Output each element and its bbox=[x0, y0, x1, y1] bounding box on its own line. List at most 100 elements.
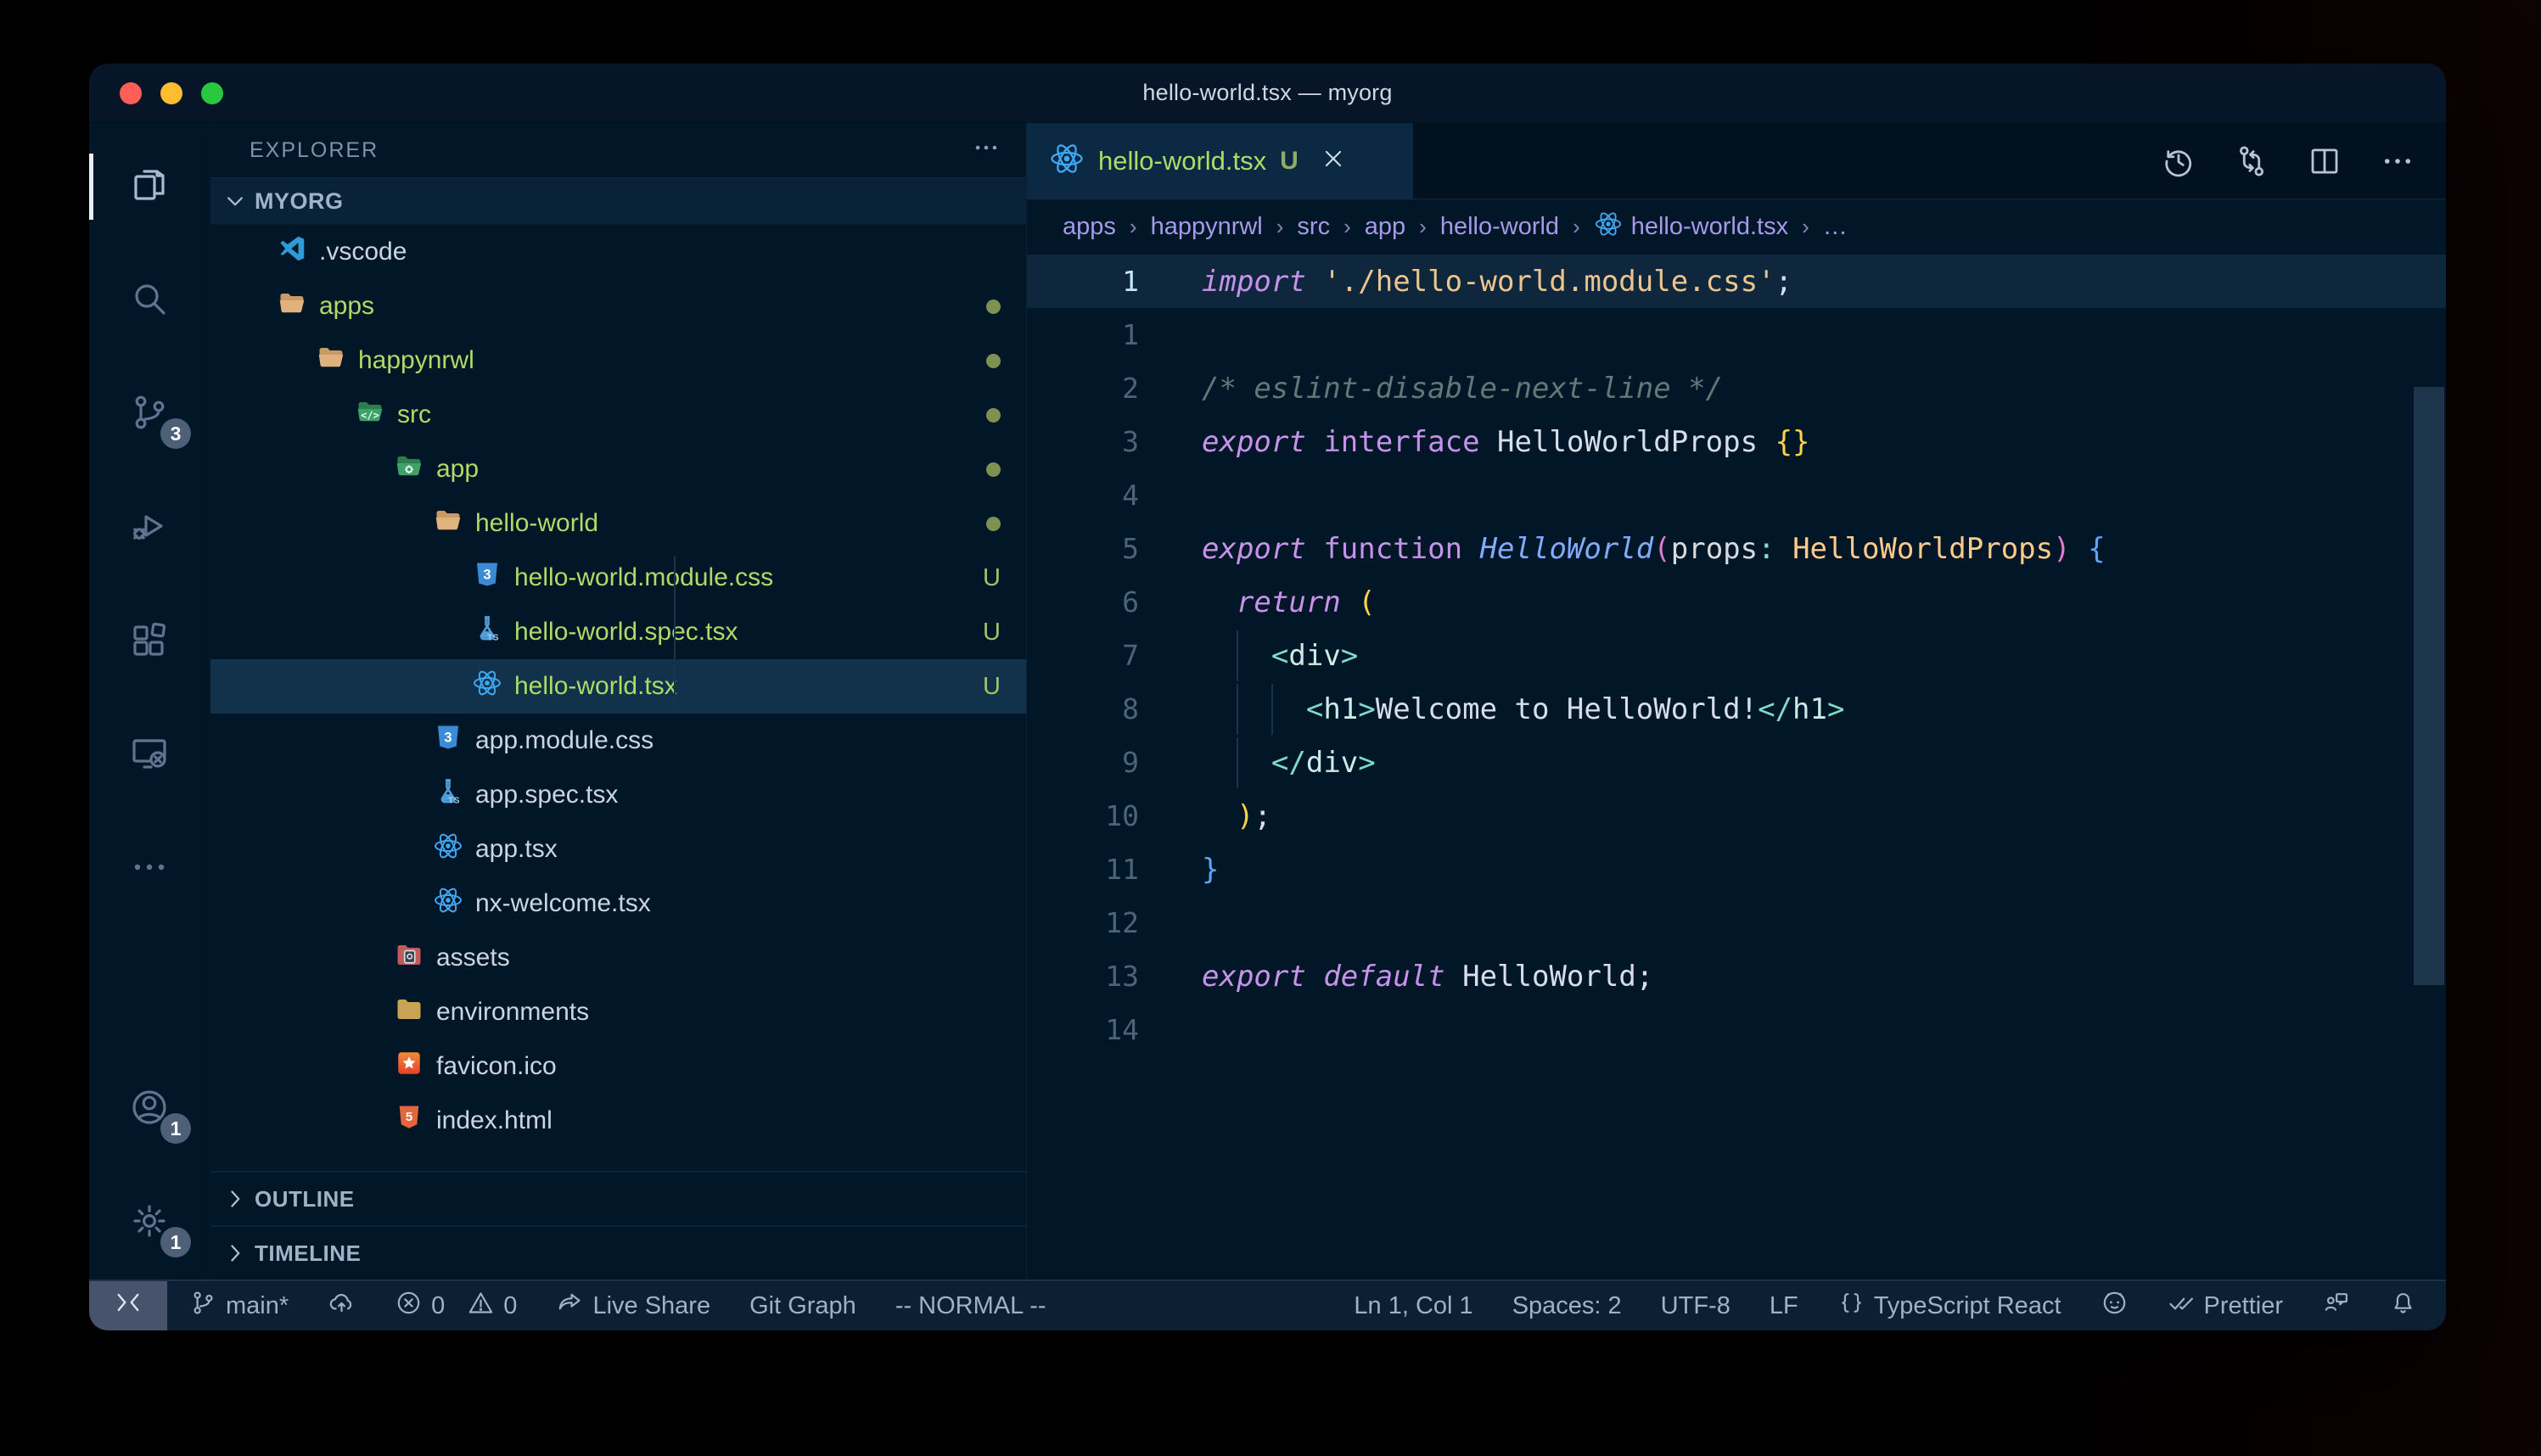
activity-item-settings[interactable]: 1 bbox=[89, 1166, 210, 1280]
breadcrumb-item-src[interactable]: src› bbox=[1297, 213, 1364, 241]
tree-item-app-module-css[interactable]: 3app.module.css bbox=[210, 714, 1026, 768]
code-line[interactable]: 4 bbox=[1027, 468, 2446, 522]
tree-item-index-html[interactable]: 5index.html bbox=[210, 1094, 1026, 1148]
status-indentation[interactable]: Spaces: 2 bbox=[1512, 1292, 1622, 1320]
tree-item-hello-world[interactable]: hello-world bbox=[210, 496, 1026, 551]
status-live-share[interactable]: Live Share bbox=[556, 1289, 710, 1324]
tree-item-label: app.module.css bbox=[475, 726, 653, 755]
close-icon bbox=[1321, 160, 1346, 175]
breadcrumb-item-app[interactable]: app› bbox=[1365, 213, 1440, 241]
code-line[interactable]: 7 <div> bbox=[1027, 629, 2446, 682]
tree-item-app-tsx[interactable]: app.tsx bbox=[210, 822, 1026, 876]
status-label: Spaces: 2 bbox=[1512, 1292, 1622, 1320]
tree-item-hello-world-module-css[interactable]: 3hello-world.module.cssU bbox=[210, 551, 1026, 605]
breadcrumb-item-hello-world-tsx[interactable]: hello-world.tsx› bbox=[1594, 210, 1823, 245]
tree-item-src[interactable]: </>src bbox=[210, 388, 1026, 442]
code-line[interactable]: 11} bbox=[1027, 843, 2446, 896]
tree-item-app-spec-tsx[interactable]: TSapp.spec.tsx bbox=[210, 768, 1026, 822]
tree-item-happynrwl[interactable]: happynrwl bbox=[210, 333, 1026, 388]
more-actions-icon[interactable] bbox=[2380, 143, 2415, 179]
code-line[interactable]: 14 bbox=[1027, 1003, 2446, 1056]
tree-item-assets[interactable]: assets bbox=[210, 931, 1026, 985]
tree-item-label: app bbox=[436, 455, 479, 484]
tree-item-label: hello-world.spec.tsx bbox=[514, 618, 738, 647]
code-text: export interface HelloWorldProps {} bbox=[1154, 425, 1810, 459]
workspace-section-header[interactable]: MYORG bbox=[210, 177, 1026, 225]
code-line[interactable]: 5export function HelloWorld(props: Hello… bbox=[1027, 522, 2446, 575]
activity-item-accounts[interactable]: 1 bbox=[89, 1052, 210, 1166]
debug-icon bbox=[129, 506, 170, 551]
code-editor[interactable]: 1import './hello-world.module.css';12/* … bbox=[1027, 255, 2446, 1280]
remote-indicator[interactable] bbox=[89, 1281, 167, 1330]
tree-item-favicon-ico[interactable]: favicon.ico bbox=[210, 1039, 1026, 1094]
breadcrumb-item--[interactable]: … bbox=[1823, 213, 1848, 241]
code-line[interactable]: 12 bbox=[1027, 896, 2446, 949]
tree-item-environments[interactable]: environments bbox=[210, 985, 1026, 1039]
status-sync[interactable] bbox=[328, 1289, 356, 1324]
activity-item-run-debug[interactable] bbox=[89, 471, 210, 585]
window-title: hello-world.tsx — myorg bbox=[1142, 80, 1392, 106]
maximize-window-button[interactable] bbox=[201, 82, 223, 104]
code-line[interactable]: 13export default HelloWorld; bbox=[1027, 949, 2446, 1003]
code-line[interactable]: 1 bbox=[1027, 308, 2446, 361]
minimize-window-button[interactable] bbox=[160, 82, 182, 104]
status-notifications[interactable] bbox=[2389, 1289, 2417, 1324]
status-label: LF bbox=[1770, 1292, 1798, 1320]
status-problems[interactable]: 00 bbox=[395, 1289, 517, 1324]
breadcrumb-item-happynrwl[interactable]: happynrwl› bbox=[1151, 213, 1298, 241]
tree-item-nx-welcome-tsx[interactable]: nx-welcome.tsx bbox=[210, 876, 1026, 931]
status-prettier[interactable]: Prettier bbox=[2168, 1289, 2283, 1324]
tab-hello-world-tsx[interactable]: hello-world.tsx U bbox=[1027, 123, 1414, 199]
git-untracked-badge: U bbox=[983, 564, 1001, 592]
code-line[interactable]: 6 return ( bbox=[1027, 575, 2446, 629]
code-line[interactable]: 9 </div> bbox=[1027, 736, 2446, 789]
open-timeline-icon[interactable] bbox=[2161, 143, 2196, 179]
panel-outline[interactable]: OUTLINE bbox=[210, 1171, 1026, 1225]
status-eol[interactable]: LF bbox=[1770, 1292, 1798, 1320]
code-line[interactable]: 1import './hello-world.module.css'; bbox=[1027, 255, 2446, 308]
status-octoface[interactable] bbox=[2101, 1289, 2129, 1324]
tree-item-app[interactable]: app bbox=[210, 442, 1026, 496]
tree-item-hello-world-spec-tsx[interactable]: TShello-world.spec.tsxU bbox=[210, 605, 1026, 659]
editor-scrollbar[interactable] bbox=[2414, 387, 2444, 985]
status-encoding[interactable]: UTF-8 bbox=[1661, 1292, 1730, 1320]
explorer-more-actions-icon[interactable] bbox=[972, 133, 1001, 168]
code-line[interactable]: 3export interface HelloWorldProps {} bbox=[1027, 415, 2446, 468]
svg-text:TS: TS bbox=[487, 633, 498, 643]
status-language-mode[interactable]: TypeScript React bbox=[1837, 1289, 2061, 1324]
tree-item-apps[interactable]: apps bbox=[210, 279, 1026, 333]
activity-item-remote-explorer[interactable] bbox=[89, 698, 210, 812]
panel-timeline[interactable]: TIMELINE bbox=[210, 1225, 1026, 1280]
close-window-button[interactable] bbox=[120, 82, 142, 104]
status-git-graph[interactable]: Git Graph bbox=[749, 1292, 856, 1320]
code-line[interactable]: 8 <h1>Welcome to HelloWorld!</h1> bbox=[1027, 682, 2446, 736]
close-tab-icon[interactable] bbox=[1321, 146, 1346, 176]
line-number: 1 bbox=[1027, 265, 1154, 298]
activity-bar: 3 11 bbox=[89, 123, 210, 1280]
code-line[interactable]: 10 ); bbox=[1027, 789, 2446, 843]
activity-item-more-views[interactable] bbox=[89, 812, 210, 926]
status-vim-mode[interactable]: -- NORMAL -- bbox=[895, 1292, 1046, 1320]
react-icon bbox=[433, 831, 463, 868]
status-git-branch[interactable]: main* bbox=[189, 1289, 289, 1324]
tree-item--vscode[interactable]: .vscode bbox=[210, 225, 1026, 279]
breadcrumb-item-apps[interactable]: apps› bbox=[1063, 213, 1151, 241]
activity-item-extensions[interactable] bbox=[89, 585, 210, 698]
status-cursor-position[interactable]: Ln 1, Col 1 bbox=[1354, 1292, 1472, 1320]
breadcrumb-item-hello-world[interactable]: hello-world› bbox=[1440, 213, 1594, 241]
braces-icon bbox=[1837, 1289, 1865, 1324]
activity-item-explorer[interactable] bbox=[89, 130, 210, 244]
open-changes-icon[interactable] bbox=[2234, 143, 2269, 179]
error-icon bbox=[395, 1289, 423, 1324]
sidebar-panels: OUTLINETIMELINE bbox=[210, 1171, 1026, 1280]
react-icon bbox=[1049, 141, 1085, 181]
split-editor-icon[interactable] bbox=[2307, 143, 2342, 179]
code-text: import './hello-world.module.css'; bbox=[1154, 265, 1792, 299]
activity-item-source-control[interactable]: 3 bbox=[89, 357, 210, 471]
breadcrumb-separator-icon: › bbox=[1559, 214, 1594, 240]
tree-item-hello-world-tsx[interactable]: hello-world.tsxU bbox=[210, 659, 1026, 714]
code-text: <div> bbox=[1154, 639, 1358, 673]
code-line[interactable]: 2/* eslint-disable-next-line */ bbox=[1027, 361, 2446, 415]
status-feedback[interactable] bbox=[2322, 1289, 2350, 1324]
activity-item-search[interactable] bbox=[89, 244, 210, 357]
